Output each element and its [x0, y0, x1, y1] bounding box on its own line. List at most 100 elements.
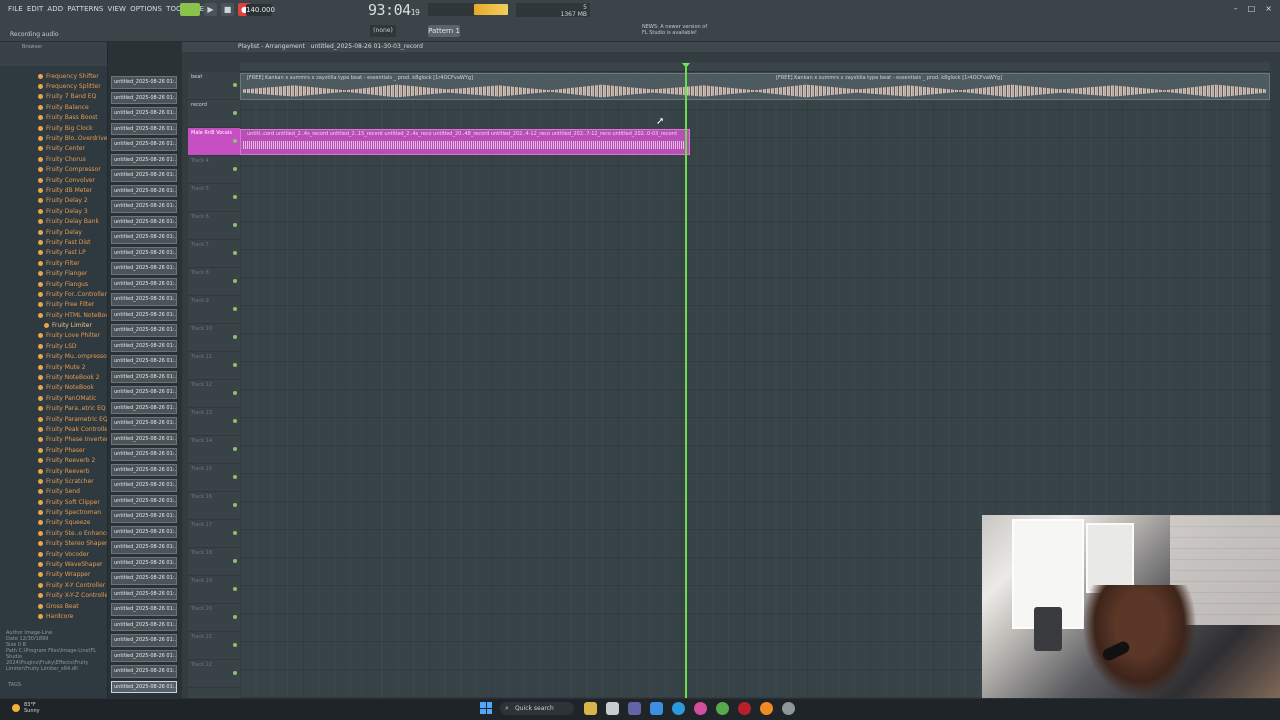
plugin-item[interactable]: Fruity Scratcher: [0, 476, 107, 486]
picker-item[interactable]: untitled_2025-08-26 01:...: [111, 680, 177, 693]
track-header[interactable]: Track 7: [188, 240, 240, 268]
picker-item[interactable]: untitled_2025-08-26 01:...: [111, 184, 177, 197]
plugin-item[interactable]: Fruity Blo..Overdrive: [0, 133, 107, 143]
picker-item[interactable]: untitled_2025-08-26 01:...: [111, 649, 177, 662]
track-mute-led[interactable]: [233, 559, 237, 563]
plugin-item[interactable]: Fruity Big Clock: [0, 123, 107, 133]
plugin-item[interactable]: Fruity Love Philter: [0, 331, 107, 341]
menu-item-options[interactable]: OPTIONS: [130, 5, 162, 13]
picker-item[interactable]: untitled_2025-08-26 01:...: [111, 665, 177, 678]
plugin-item[interactable]: Fruity Balance: [0, 102, 107, 112]
plugin-item[interactable]: Fruity Wrapper: [0, 570, 107, 580]
plugin-item[interactable]: Frequency Splitter: [0, 81, 107, 91]
recording-app-icon[interactable]: [738, 702, 751, 715]
picker-item[interactable]: untitled_2025-08-26 01:...: [111, 494, 177, 507]
plugin-item[interactable]: Fruity X-Y-Z Controller: [0, 591, 107, 601]
track-header[interactable]: Track 9: [188, 296, 240, 324]
track-header[interactable]: Track 17: [188, 520, 240, 548]
track-header[interactable]: Track 10: [188, 324, 240, 352]
file-explorer-icon[interactable]: [584, 702, 597, 715]
plugin-item[interactable]: Fruity Reeverb: [0, 466, 107, 476]
plugin-item[interactable]: Fruity NoteBook: [0, 383, 107, 393]
plugin-item[interactable]: Fruity Delay 2: [0, 196, 107, 206]
plugin-item[interactable]: Fruity Limiter: [0, 320, 107, 330]
pattern-song-toggle[interactable]: [180, 3, 200, 16]
picker-item[interactable]: untitled_2025-08-26 01:...: [111, 153, 177, 166]
picker-item[interactable]: untitled_2025-08-26 01:...: [111, 572, 177, 585]
track-mute-led[interactable]: [233, 671, 237, 675]
plugin-item[interactable]: Fruity Flanger: [0, 268, 107, 278]
snap-selector[interactable]: (none): [370, 25, 396, 37]
teams-icon[interactable]: [628, 702, 641, 715]
menu-item-add[interactable]: ADD: [47, 5, 63, 13]
track-mute-led[interactable]: [233, 139, 237, 143]
track-header[interactable]: Track 13: [188, 408, 240, 436]
plugin-item[interactable]: Fruity Chorus: [0, 154, 107, 164]
picker-item[interactable]: untitled_2025-08-26 01:...: [111, 91, 177, 104]
track-mute-led[interactable]: [233, 307, 237, 311]
picker-item[interactable]: untitled_2025-08-26 01:...: [111, 618, 177, 631]
plugin-item[interactable]: Fruity NoteBook 2: [0, 372, 107, 382]
track-mute-led[interactable]: [233, 363, 237, 367]
plugin-item[interactable]: Frequency Shifter: [0, 71, 107, 81]
menu-item-patterns[interactable]: PATTERNS: [67, 5, 103, 13]
track-header[interactable]: Track 15: [188, 464, 240, 492]
plugin-item[interactable]: Fruity Fast Dist: [0, 237, 107, 247]
minimize-icon[interactable]: –: [1234, 4, 1238, 13]
plugin-item[interactable]: Fruity Para..etric EQ 2: [0, 404, 107, 414]
track-header[interactable]: Track 12: [188, 380, 240, 408]
track-mute-led[interactable]: [233, 391, 237, 395]
picker-item[interactable]: untitled_2025-08-26 01:...: [111, 556, 177, 569]
track-header[interactable]: Track 8: [188, 268, 240, 296]
track-header[interactable]: Track 5: [188, 184, 240, 212]
maximize-icon[interactable]: □: [1248, 4, 1256, 13]
picker-item[interactable]: untitled_2025-08-26 01:...: [111, 479, 177, 492]
picker-item[interactable]: untitled_2025-08-26 01:...: [111, 215, 177, 228]
chrome-icon[interactable]: [716, 702, 729, 715]
plugin-item[interactable]: Fruity X-Y Controller: [0, 580, 107, 590]
picker-item[interactable]: untitled_2025-08-26 01:...: [111, 541, 177, 554]
plugin-item[interactable]: Gross Beat: [0, 601, 107, 611]
plugin-item[interactable]: Fruity Ste..o Enhancer: [0, 528, 107, 538]
track-mute-led[interactable]: [233, 419, 237, 423]
picker-item[interactable]: untitled_2025-08-26 01:...: [111, 603, 177, 616]
picker-item[interactable]: untitled_2025-08-26 01:...: [111, 200, 177, 213]
track-header[interactable]: Track 14: [188, 436, 240, 464]
plugin-item[interactable]: Fruity Phase Inverter: [0, 435, 107, 445]
picker-item[interactable]: untitled_2025-08-26 01:...: [111, 463, 177, 476]
close-icon[interactable]: ×: [1265, 4, 1272, 13]
instagram-icon[interactable]: [694, 702, 707, 715]
track-mute-led[interactable]: [233, 251, 237, 255]
track-header[interactable]: Male RnB Vocals: [188, 128, 240, 156]
track-mute-led[interactable]: [233, 335, 237, 339]
picker-item[interactable]: untitled_2025-08-26 01:...: [111, 107, 177, 120]
picker-item[interactable]: untitled_2025-08-26 01:...: [111, 634, 177, 647]
track-header[interactable]: Track 22: [188, 660, 240, 688]
plugin-item[interactable]: Fruity Spectroman: [0, 507, 107, 517]
plugin-item[interactable]: Fruity Squeeze: [0, 518, 107, 528]
track-mute-led[interactable]: [233, 111, 237, 115]
picker-item[interactable]: untitled_2025-08-26 01:...: [111, 293, 177, 306]
track-mute-led[interactable]: [233, 643, 237, 647]
picker-item[interactable]: untitled_2025-08-26 01:...: [111, 510, 177, 523]
plugin-item[interactable]: Fruity Center: [0, 144, 107, 154]
plugin-item[interactable]: Fruity Vocoder: [0, 549, 107, 559]
plugin-item[interactable]: Fruity HTML NoteBook: [0, 310, 107, 320]
plugin-item[interactable]: Fruity Free Filter: [0, 300, 107, 310]
picker-item[interactable]: untitled_2025-08-26 01:...: [111, 386, 177, 399]
track-header[interactable]: Track 18: [188, 548, 240, 576]
plugin-item[interactable]: Fruity WaveShaper: [0, 559, 107, 569]
menu-item-view[interactable]: VIEW: [107, 5, 126, 13]
plugin-item[interactable]: Hardcore: [0, 611, 107, 621]
pattern-selector[interactable]: Pattern 1: [428, 25, 460, 37]
picker-item[interactable]: untitled_2025-08-26 01:...: [111, 231, 177, 244]
song-position-clock[interactable]: 93:0419: [368, 1, 420, 19]
picker-item[interactable]: untitled_2025-08-26 01:...: [111, 122, 177, 135]
tempo-display[interactable]: 140.000: [246, 4, 275, 16]
track-header[interactable]: Track 11: [188, 352, 240, 380]
track-mute-led[interactable]: [233, 503, 237, 507]
picker-item[interactable]: untitled_2025-08-26 01:...: [111, 587, 177, 600]
plugin-item[interactable]: Fruity Phaser: [0, 445, 107, 455]
track-header[interactable]: beat: [188, 72, 240, 100]
settings-icon[interactable]: [782, 702, 795, 715]
